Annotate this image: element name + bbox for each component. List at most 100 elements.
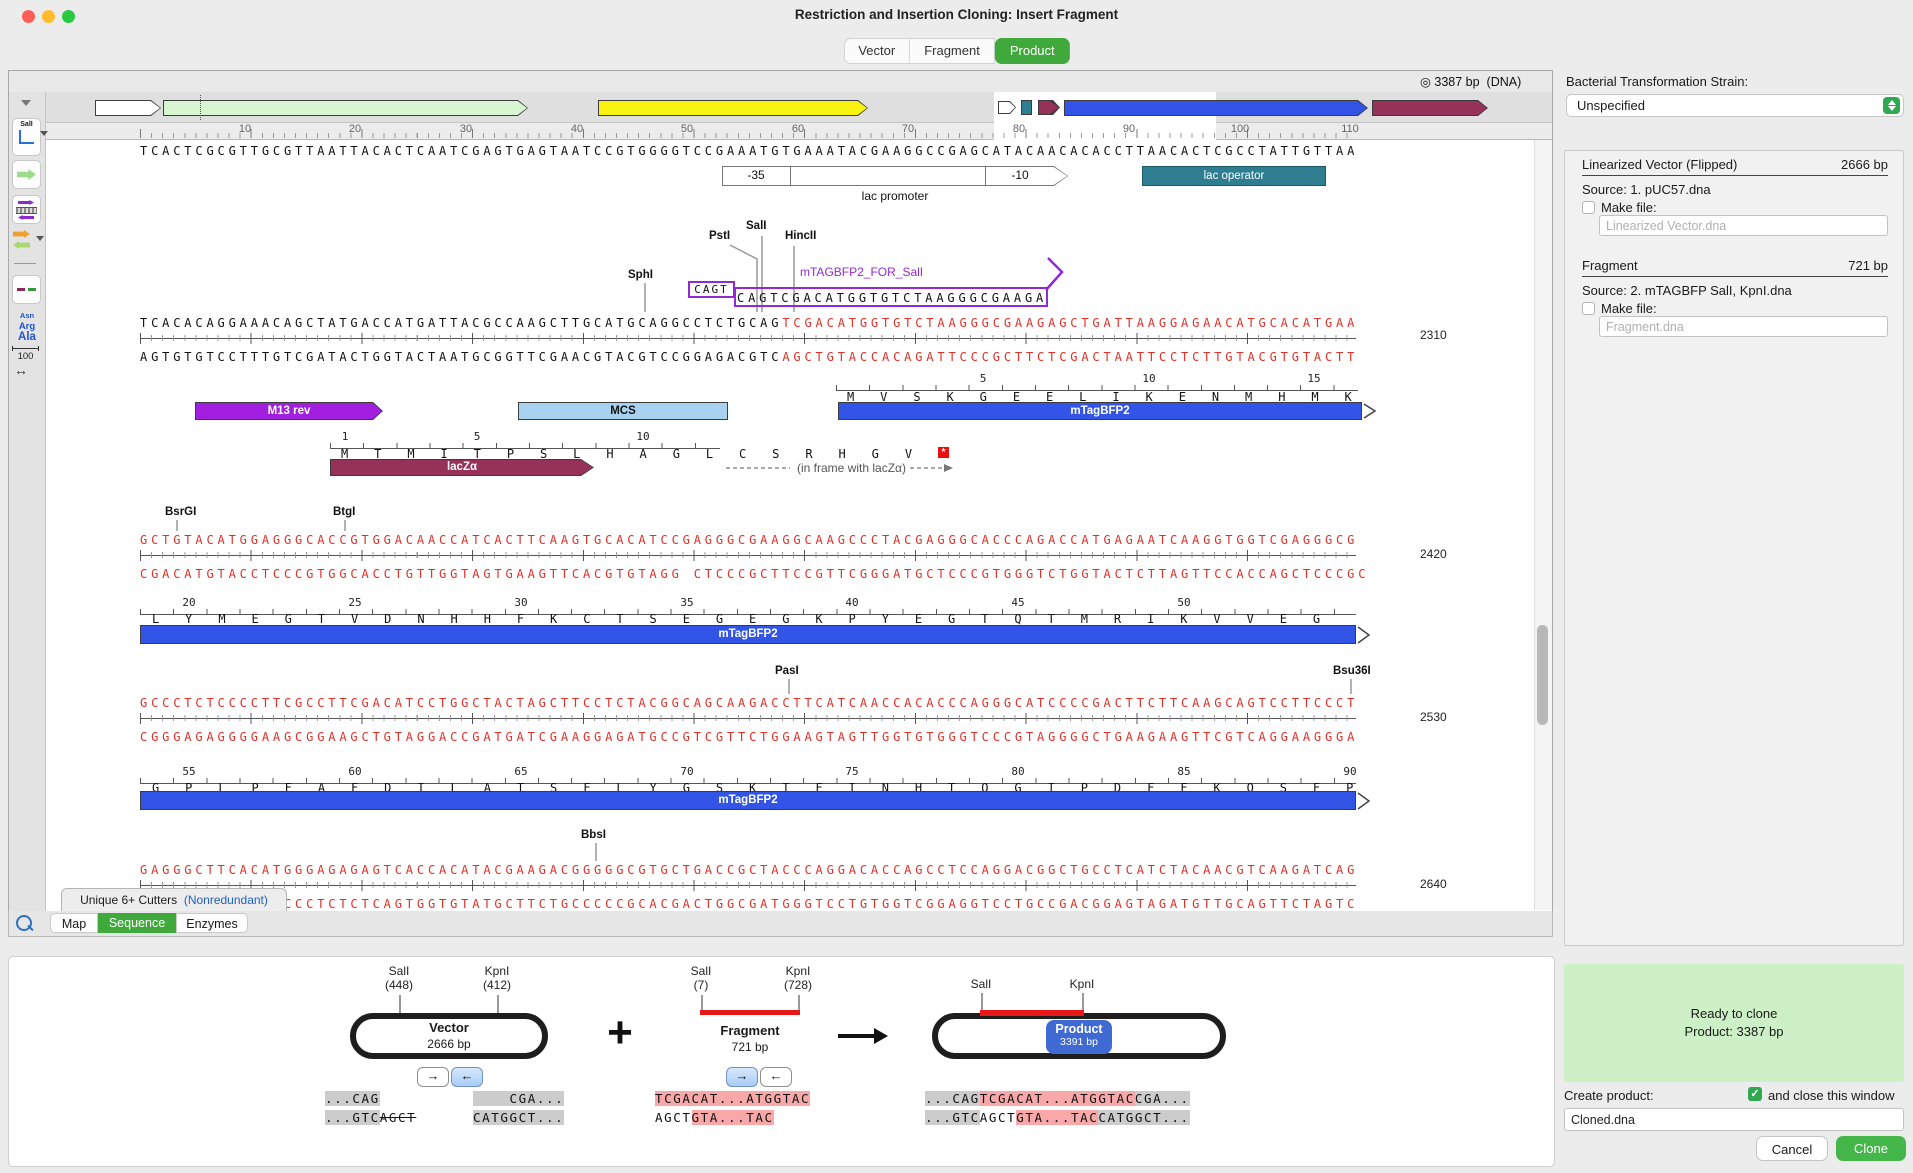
linearized-vector-source: Source: 1. pUC57.dna [1582, 182, 1711, 197]
vector-sali-tick [399, 995, 401, 1013]
aa-number: 5 [474, 430, 481, 443]
fragment-insert-bar [700, 1010, 800, 1015]
position-label-2420: 2420 [1420, 547, 1447, 561]
fragment-reverse-button[interactable]: ← [760, 1067, 792, 1087]
primer-tail-box: CAGT [688, 281, 735, 298]
strand-top-block1-insert: TCGACATGGTGTCTAAGGGCGAAGAGCTGATTAAGGAGAA… [782, 316, 1358, 330]
minus35-label: -35 [722, 168, 790, 182]
vector-size: 2666 bp [374, 1037, 524, 1051]
vector-kpni-name: KpnI [465, 964, 529, 978]
strand-ruler-block2 [140, 550, 1356, 561]
m13-rev-label: M13 rev [195, 402, 391, 420]
fragment-sali-site: SalI (7) [669, 964, 733, 992]
fragment-overhang: AGCT [655, 1110, 692, 1125]
aa-number: 10 [1142, 372, 1155, 385]
lac-promoter-divider-1 [790, 166, 791, 186]
fragment-sali-name: SalI [669, 964, 733, 978]
fragment-make-file-label: Make file: [1601, 301, 1657, 316]
linearized-vector-size: 2666 bp [1841, 157, 1888, 172]
strain-dropdown[interactable]: Unspecified [1566, 94, 1904, 117]
strand-top-block1-vector: TCACACAGGAAACAGCTATGACCATGATTACGCCAAGCTT… [140, 316, 782, 330]
enzyme-site-label: BbsI [581, 829, 606, 841]
vector-kpni-pos: (412) [465, 978, 529, 992]
enzyme-site-label: BsrGI [165, 506, 196, 518]
product-file-name-input[interactable] [1564, 1108, 1904, 1131]
aa-number: 35 [680, 596, 693, 609]
enzyme-site-label: Bsu36I [1333, 665, 1371, 677]
tab-sequence[interactable]: Sequence [98, 913, 176, 933]
strand-bottom-block3: CGGGAGAGGGGAAGCGGAAGCTGTAGGACCGATGATCGAA… [140, 730, 1358, 744]
create-product-label: Create product: [1564, 1088, 1654, 1103]
aa-number: 20 [182, 596, 195, 609]
strand-bottom-block2: CGACATGTACCTCCCGTGGCACCTGTTGGTAGTGAAGTTC… [140, 567, 1369, 581]
fragment-file-name-input[interactable] [1599, 316, 1888, 337]
vector-make-file-checkbox[interactable] [1582, 201, 1595, 214]
inframe-note: (in frame with lacZα) [797, 461, 906, 475]
fragment-make-file-checkbox[interactable] [1582, 302, 1595, 315]
vector-cut-left-sequence: ...CAG ...GTCAGCT [325, 1089, 416, 1127]
vector-cut-left-top: ...CAG [325, 1091, 380, 1106]
cutters-nonredundant-link[interactable]: (Nonredundant) [184, 893, 268, 907]
vertical-scrollbar-thumb[interactable] [1537, 625, 1548, 725]
product-badge: Product 3391 bp [1046, 1020, 1112, 1054]
product-sequence: ...CAGTCGACAT...ATGGTACCGA... ...GTCAGCT… [925, 1089, 1190, 1127]
vector-reverse-button[interactable]: ← [451, 1067, 483, 1087]
strand-bottom-block1-vector: AGTGTGTCCTTTGTCGATACTGGTACTAATGCGGTTCGAA… [140, 350, 782, 364]
enzyme-site-label: SalI [746, 220, 766, 232]
product-seq-l1b: TCGACAT...ATGGTAC [980, 1091, 1135, 1106]
tab-map[interactable]: Map [50, 913, 98, 933]
vector-forward-button[interactable]: → [417, 1067, 449, 1087]
product-badge-size: 3391 bp [1046, 1036, 1112, 1048]
product-sali-tick [981, 993, 983, 1010]
fragment-title: Fragment [1582, 258, 1638, 273]
mtagbfp2-label-row1: mTagBFP2 [838, 402, 1362, 420]
enzyme-site-label: BtgI [333, 506, 355, 518]
strand-ruler-block1 [140, 333, 1356, 344]
aa-number: 60 [348, 765, 361, 778]
vector-make-file-label: Make file: [1601, 200, 1657, 215]
cancel-button[interactable]: Cancel [1756, 1136, 1828, 1161]
clone-button[interactable]: Clone [1836, 1136, 1906, 1161]
product-badge-name: Product [1046, 1022, 1112, 1036]
fragment-sali-pos: (7) [669, 978, 733, 992]
linearized-vector-title: Linearized Vector (Flipped) [1582, 157, 1737, 172]
cutters-label: Unique 6+ Cutters [80, 893, 177, 907]
fragment-underline [1582, 276, 1888, 277]
strand-top-block1: TCACACAGGAAACAGCTATGACCATGATTACGCCAAGCTT… [140, 316, 1358, 330]
fragment-kpni-name: KpnI [766, 964, 830, 978]
lacz-alpha-label: lacZα [330, 459, 604, 476]
fragment-size: 721 bp [690, 1040, 810, 1054]
feature-mtagbfp2-row2: mTagBFP2 [140, 625, 1356, 644]
product-seq-l2c: GTA...TAC [1016, 1110, 1098, 1125]
primer-flag-tail [1046, 258, 1062, 290]
cutters-overlay: Unique 6+ Cutters (Nonredundant) [61, 888, 287, 911]
fragment-kpni-pos: (728) [766, 978, 830, 992]
ready-line1: Ready to clone [1564, 1006, 1904, 1021]
fragment-forward-button[interactable]: → [726, 1067, 758, 1087]
aa-number: 80 [1011, 765, 1024, 778]
aa-number: 65 [514, 765, 527, 778]
vector-kpni-site: KpnI (412) [465, 964, 529, 992]
close-window-checkbox[interactable]: ✓ [1748, 1087, 1762, 1101]
vertical-scrollbar-track[interactable] [1534, 140, 1552, 910]
strand-top-block3: GCCCTCTCCCCTTCGCCTTCGACATCCTGGCTACTAGCTT… [140, 696, 1358, 710]
position-label-2310: 2310 [1420, 328, 1447, 342]
lac-promoter-label: lac promoter [862, 189, 929, 203]
product-seq-l1c: CGA... [1135, 1091, 1190, 1106]
aa-number: 90 [1343, 765, 1356, 778]
product-seq-l1a: ...CAG [925, 1091, 980, 1106]
aa-number: 10 [636, 430, 649, 443]
vector-kpni-tick [497, 995, 499, 1013]
enzyme-site-label: PasI [775, 665, 799, 677]
aa-number: 40 [845, 596, 858, 609]
strand-bottom-block1-insert: AGCTGTACCACAGATTCCCGCTTCTCGACTAATTCCTCTT… [782, 350, 1358, 364]
lac-promoter-feature: -35 -10 [722, 166, 1068, 186]
product-sali-site: SalI [949, 977, 1013, 991]
tab-enzymes[interactable]: Enzymes [176, 913, 248, 933]
feature-m13-rev: M13 rev [195, 402, 383, 420]
vector-file-name-input[interactable] [1599, 215, 1888, 236]
ready-status-box: Ready to clone Product: 3387 bp [1564, 964, 1904, 1082]
vector-cut-left-bottom: ...GTC [325, 1110, 380, 1125]
dropdown-stepper-icon [1883, 97, 1900, 114]
primer-body-sequence: CAGTCGACATGGTGTCTAAGGGCGAAGA [737, 291, 1047, 305]
